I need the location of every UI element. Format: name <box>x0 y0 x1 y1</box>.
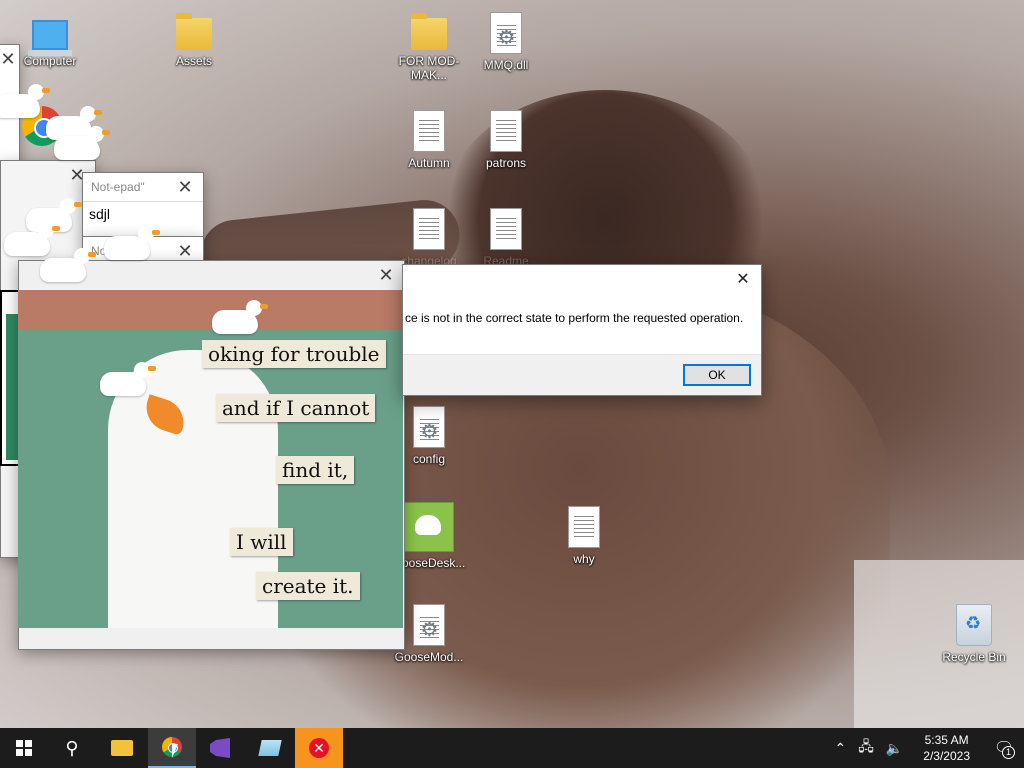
start-button[interactable] <box>0 728 48 768</box>
goose-sprite[interactable] <box>212 300 268 334</box>
clock-date: 2/3/2023 <box>923 749 970 763</box>
network-icon[interactable]: 🖧 <box>858 736 874 760</box>
desktop-icon-label: MMQ.dll <box>483 58 529 72</box>
window-titlebar[interactable]: ✕ <box>1 161 95 189</box>
quote-line-4: I will <box>230 528 293 556</box>
taskbar-file-explorer[interactable] <box>98 728 146 768</box>
taskbar-visual-studio[interactable] <box>196 728 244 768</box>
volume-icon[interactable]: 🔈 <box>886 740 903 757</box>
close-icon[interactable]: ✕ <box>368 261 404 289</box>
desktop-icon-label: Computer <box>23 54 77 68</box>
search-icon: ⚲ <box>65 737 79 758</box>
desktop-icon-label: Assets <box>175 54 212 68</box>
folder-icon <box>176 13 212 50</box>
goose-quote-image: oking for trouble and if I cannot find i… <box>18 290 403 628</box>
config-file-icon <box>413 406 445 448</box>
clock[interactable]: 5:35 AM 2/3/2023 <box>923 732 970 764</box>
desktop-icon-mmq-dll[interactable]: MMQ.dll <box>468 12 544 72</box>
window-title: Not-epad" <box>91 180 145 194</box>
visual-studio-icon <box>210 738 230 758</box>
folder-icon <box>411 13 447 50</box>
image-top-band <box>18 290 403 330</box>
goose-sprite[interactable] <box>0 84 50 118</box>
text-file-icon <box>413 208 445 250</box>
desktop-icon-computer[interactable]: Computer <box>12 12 88 68</box>
system-tray: ⌃ 🖧 🔈 5:35 AM 2/3/2023 🗨 1 <box>828 728 1024 768</box>
error-app-icon: ✕ <box>309 738 329 758</box>
desktop-icon-for-mod-makers[interactable]: FOR MOD-MAK... <box>391 12 467 82</box>
dialog-close-icon[interactable]: ✕ <box>731 269 755 289</box>
desktop-icon-recycle-bin[interactable]: Recycle Bin <box>936 604 1012 664</box>
dll-file-icon <box>413 604 445 646</box>
notification-center-button[interactable]: 🗨 1 <box>984 728 1024 768</box>
dialog-footer: OK <box>403 354 761 395</box>
desktop-icon-label: GooseMod... <box>394 650 464 664</box>
notepad-text[interactable]: sdjl <box>83 201 203 226</box>
clock-time: 5:35 AM <box>924 733 969 747</box>
desktop-icon-changelog[interactable]: changelog <box>391 208 467 268</box>
taskbar-notes-app[interactable] <box>246 728 294 768</box>
desktop-icon-readme[interactable]: Readme <box>468 208 544 268</box>
quote-line-1: oking for trouble <box>202 340 386 368</box>
goose-sprite[interactable] <box>104 226 160 260</box>
ok-button[interactable]: OK <box>683 364 751 386</box>
computer-icon <box>28 20 72 56</box>
search-button[interactable]: ⚲ <box>48 728 96 768</box>
notes-app-icon <box>258 740 282 756</box>
goose-app-icon <box>404 502 454 552</box>
file-explorer-icon <box>111 740 133 756</box>
desktop-icon-label: Autumn <box>408 156 450 170</box>
desktop-icon-label: why <box>573 552 595 566</box>
text-file-icon <box>413 110 445 152</box>
window-titlebar[interactable]: Not-epad" ✕ <box>83 173 203 201</box>
desktop-icon-why[interactable]: why <box>546 506 622 566</box>
chevron-up-icon[interactable]: ⌃ <box>834 740 846 757</box>
taskbar: ⚲ ✕ ⌃ 🖧 🔈 5:35 AM 2/3/2023 🗨 1 <box>0 728 1024 768</box>
text-file-icon <box>490 208 522 250</box>
close-icon[interactable]: ✕ <box>167 173 203 201</box>
goose-sprite[interactable] <box>54 126 110 160</box>
dll-file-icon <box>490 12 522 54</box>
goose-sprite[interactable] <box>100 362 156 396</box>
close-icon[interactable]: ✕ <box>0 45 17 73</box>
quote-line-2: and if I cannot <box>216 394 376 422</box>
quote-line-3: find it, <box>276 456 355 484</box>
desktop-icon-patrons[interactable]: patrons <box>468 110 544 170</box>
desktop-icon-label: patrons <box>485 156 527 170</box>
dialog-message: ce is not in the correct state to perfor… <box>405 311 744 325</box>
quote-line-5: create it. <box>256 572 360 600</box>
desktop-icon-label: FOR MOD-MAK... <box>398 54 460 82</box>
error-dialog: ✕ ce is not in the correct state to perf… <box>402 264 762 396</box>
notification-count: 1 <box>1002 746 1015 759</box>
desktop-icon-label: Recycle Bin <box>942 650 1006 664</box>
text-file-icon <box>490 110 522 152</box>
goose-sprite[interactable] <box>40 248 96 282</box>
recycle-bin-icon <box>956 604 992 646</box>
start-icon <box>16 740 32 756</box>
taskbar-error-app[interactable]: ✕ <box>295 728 343 768</box>
goose-sprite[interactable] <box>4 222 60 256</box>
mouse-cursor <box>172 744 178 758</box>
desktop-icon-autumn[interactable]: Autumn <box>391 110 467 170</box>
desktop-icon-assets[interactable]: Assets <box>156 12 232 68</box>
text-file-icon <box>568 506 600 548</box>
